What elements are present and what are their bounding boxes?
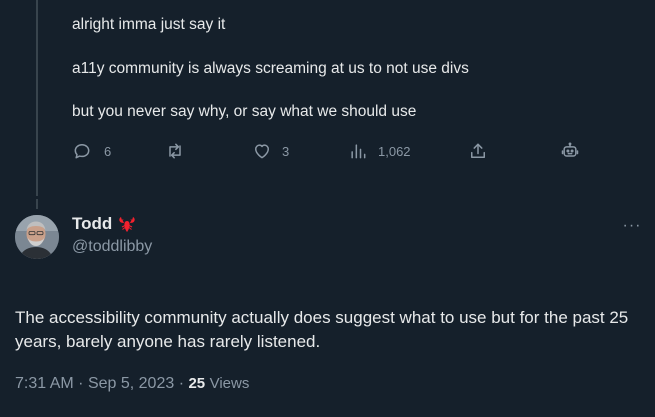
heart-icon bbox=[255, 144, 269, 159]
reply-count: 6 bbox=[104, 143, 112, 159]
parent-tweet-line-2: a11y community is always screaming at us… bbox=[72, 60, 469, 77]
robot-icon bbox=[561, 142, 579, 157]
lobster-icon bbox=[119, 217, 135, 232]
tweet-time[interactable]: 7:31 AM bbox=[15, 375, 74, 392]
parent-tweet-line-3: but you never say why, or say what we sh… bbox=[72, 103, 417, 120]
avatar[interactable] bbox=[15, 215, 59, 259]
more-dots-icon: ··· bbox=[622, 217, 642, 234]
author-photo bbox=[15, 215, 59, 259]
meta-separator-2: · bbox=[178, 375, 185, 392]
tweet-views-count: 25 bbox=[188, 375, 206, 392]
author-handle[interactable]: @toddlibby bbox=[72, 238, 152, 256]
tweet-views-label: Views bbox=[209, 375, 250, 392]
parent-tweet-action-bar: 6 3 1,062 bbox=[72, 136, 592, 166]
like-button[interactable]: 3 bbox=[252, 136, 289, 166]
reply-icon bbox=[74, 144, 90, 159]
reply-button[interactable]: 6 bbox=[72, 136, 111, 166]
bot-button[interactable] bbox=[560, 136, 580, 166]
retweet-icon bbox=[169, 143, 181, 159]
more-options-button[interactable]: ··· bbox=[620, 216, 644, 236]
meta-separator: · bbox=[78, 375, 84, 392]
views-button[interactable]: 1,062 bbox=[348, 136, 411, 166]
parent-tweet-line-1: alright imma just say it bbox=[72, 16, 226, 33]
reply-tweet-text: The accessibility community actually doe… bbox=[15, 308, 629, 351]
share-button[interactable] bbox=[468, 136, 488, 166]
author-name[interactable]: Todd bbox=[72, 214, 137, 234]
like-count: 3 bbox=[282, 143, 290, 159]
tweet-metadata: 7:31 AM · Sep 5, 2023 · 25 Views bbox=[15, 375, 249, 393]
retweet-button[interactable] bbox=[165, 136, 185, 166]
author-name-text: Todd bbox=[72, 214, 113, 233]
share-icon bbox=[471, 143, 485, 158]
tweet-date[interactable]: Sep 5, 2023 bbox=[88, 375, 174, 392]
thread-connector-line bbox=[36, 0, 38, 196]
thread-connector-stub bbox=[36, 199, 38, 209]
views-bar-chart-icon bbox=[351, 144, 366, 159]
views-count: 1,062 bbox=[378, 143, 411, 159]
